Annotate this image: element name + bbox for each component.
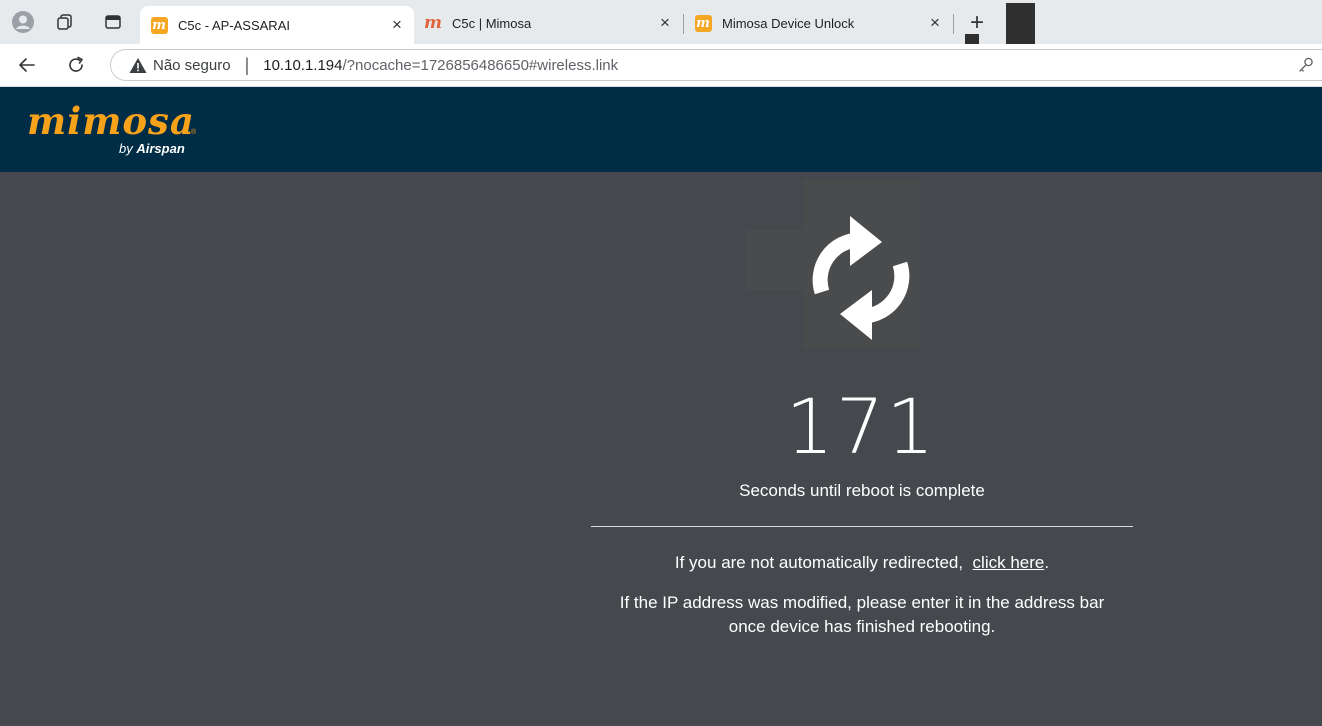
logo-by: by [119,141,133,156]
mimosa-box-icon: m [694,14,712,32]
tab-mimosa-device-unlock[interactable]: m Mimosa Device Unlock × [684,6,952,40]
logo-wordmark: mimosa [27,99,195,143]
tab-title: Mimosa Device Unlock [722,15,855,31]
workspaces-button[interactable] [50,7,80,37]
mimosa-box-icon: m [150,16,168,34]
navigation-bar: Não seguro | 10.10.1.194 /?nocache=17268… [0,44,1322,87]
address-bar[interactable]: Não seguro | 10.10.1.194 /?nocache=17268… [110,49,1322,81]
tab-c5c-ap-assarai[interactable]: m C5c - AP-ASSARAI × [140,6,414,44]
tab-c5c-mimosa[interactable]: m C5c | Mimosa × [414,6,682,40]
ip-note-line1: If the IP address was modified, please e… [619,593,1105,612]
spinner-backdrop [746,230,806,290]
close-icon[interactable]: × [654,12,676,34]
app-header: mimosa ® by Airspan [0,87,1322,172]
close-icon[interactable]: × [386,14,408,36]
redirect-message: If you are not automatically redirected,… [560,553,1164,573]
logo-tagline: by Airspan [119,141,185,156]
workspaces-icon [57,14,72,30]
url-path: /?nocache=1726856486650#wireless.link [342,56,619,74]
tab-separator [953,14,954,34]
tab-actions-icon [105,15,121,29]
ip-note-line2: once device has finished rebooting. [728,617,996,636]
profile-icon [12,11,34,33]
mimosa-logo[interactable]: mimosa ® by Airspan [27,99,207,162]
tab-title: C5c | Mimosa [452,15,532,31]
tab-title: C5c - AP-ASSARAI [178,17,290,33]
refresh-button[interactable] [61,50,91,80]
tab-strip: m C5c - AP-ASSARAI × m C5c | Mimosa × m … [0,0,1322,60]
security-label[interactable]: Não seguro [153,57,231,74]
profile-button[interactable] [8,7,38,37]
redirect-suffix: . [1044,553,1050,572]
mimosa-m-icon: m [424,13,442,33]
divider [591,526,1133,527]
key-icon[interactable] [1297,56,1317,76]
ip-change-note: If the IP address was modified, please e… [560,591,1164,639]
back-button[interactable] [12,50,42,80]
tab-actions-button[interactable] [98,7,128,37]
reboot-countdown: 171 [785,382,937,471]
countdown-caption: Seconds until reboot is complete [739,481,985,500]
new-tab-button[interactable]: + [963,9,991,37]
back-arrow-icon [19,58,35,72]
logo-brand: Airspan [136,141,185,156]
click-here-link[interactable]: click here [973,553,1045,572]
logo-registered-mark: ® [191,129,197,136]
url-host: 10.10.1.194 [263,56,343,74]
close-icon[interactable]: × [924,12,946,34]
redirect-prefix: If you are not automatically redirected, [674,553,964,572]
address-separator: | [244,54,250,75]
refresh-spinner-icon [812,216,910,340]
reboot-panel: 171 Seconds until reboot is complete If … [0,172,1322,726]
warning-icon[interactable] [129,56,147,74]
refresh-icon [69,56,83,72]
